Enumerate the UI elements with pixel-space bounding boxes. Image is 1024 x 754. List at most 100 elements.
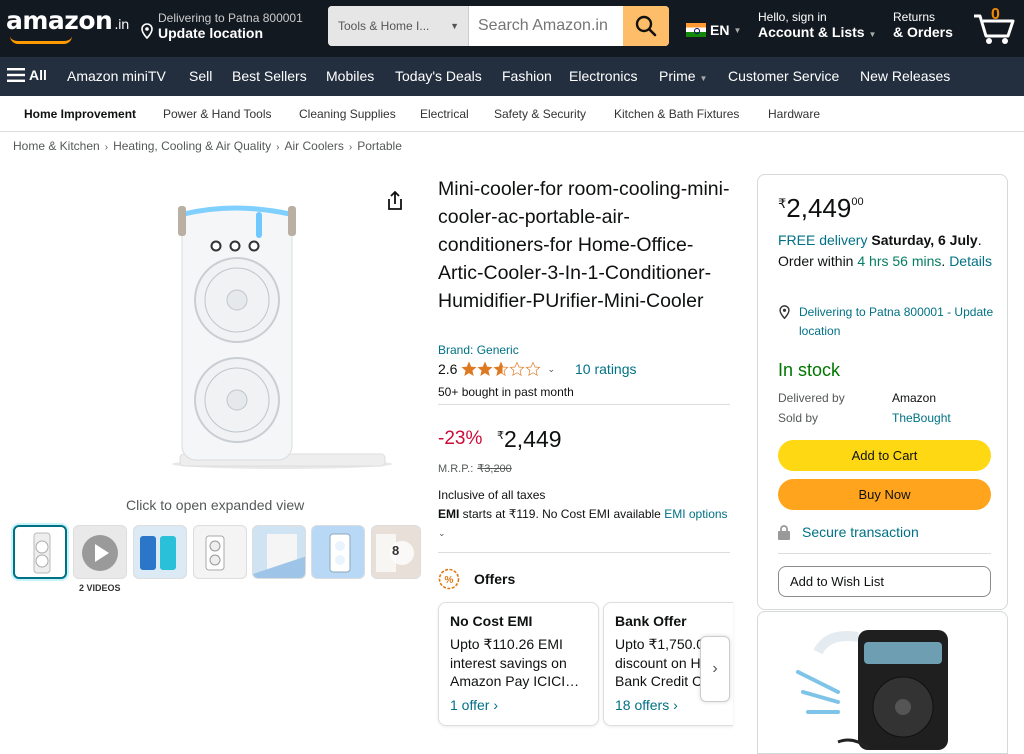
- secure-transaction[interactable]: Secure transaction: [778, 524, 919, 540]
- thumbnail-4[interactable]: [193, 525, 247, 579]
- emi-info: EMI starts at ₹119. No Cost EMI availabl…: [438, 507, 728, 538]
- star-full-icon: [477, 361, 493, 377]
- svg-text:%: %: [445, 575, 454, 586]
- search-bar: Tools & Home I... ▼: [328, 6, 669, 46]
- offers-heading: % Offers: [438, 568, 515, 590]
- chevron-right-icon: ›: [712, 660, 718, 677]
- subnav-home-improvement[interactable]: Home Improvement: [24, 107, 136, 121]
- language-selector[interactable]: EN ▼: [686, 22, 741, 38]
- caret-down-icon: ▼: [868, 30, 877, 39]
- thumbnail-more[interactable]: 8: [371, 525, 421, 579]
- caret-down-icon: ▼: [699, 74, 708, 83]
- rating-value: 2.6: [438, 361, 458, 377]
- add-to-cart-button[interactable]: Add to Cart: [778, 440, 991, 471]
- discount-percent: -23%: [438, 428, 483, 449]
- mrp: M.R.P.: ₹3,200: [438, 463, 512, 475]
- star-full-icon: [461, 361, 477, 377]
- star-empty-icon: [509, 361, 525, 377]
- product-main-image[interactable]: [170, 196, 395, 476]
- thumbnail-6[interactable]: [311, 525, 365, 579]
- video-thumbnail[interactable]: [73, 525, 127, 579]
- search-category-select[interactable]: Tools & Home I... ▼: [328, 6, 469, 46]
- search-input[interactable]: [470, 6, 624, 46]
- nav-all-menu[interactable]: All: [7, 67, 47, 83]
- subnav-cleaning[interactable]: Cleaning Supplies: [299, 107, 396, 121]
- breadcrumb-item[interactable]: Air Coolers: [285, 139, 344, 153]
- account-lists[interactable]: Hello, sign in Account & Lists ▼: [758, 10, 876, 40]
- rating-row: 2.6 ⌄ 10 ratings: [438, 361, 637, 377]
- price: ₹2,449: [497, 426, 562, 452]
- top-header: amazon .in Delivering to Patna 800001 Upd…: [0, 0, 1024, 57]
- delivery-location-link[interactable]: Delivering to Patna 800001 - Update loca…: [778, 303, 998, 341]
- nav-item-new-releases[interactable]: New Releases: [860, 68, 950, 84]
- location-pin-icon: [141, 23, 153, 40]
- breadcrumb: Home & Kitchen › Heating, Cooling & Air Qu…: [13, 139, 402, 153]
- divider: [438, 552, 730, 553]
- logo-smile: [10, 36, 72, 44]
- search-icon: [635, 15, 657, 37]
- chevron-down-icon[interactable]: ⌄: [547, 364, 555, 375]
- more-images-count: 8: [392, 543, 400, 558]
- star-empty-icon: [525, 361, 541, 377]
- offer-badge-icon: %: [438, 568, 460, 590]
- add-to-wishlist-button[interactable]: Add to Wish List: [778, 566, 991, 597]
- share-icon: [388, 190, 402, 210]
- buybox-price: ₹2,44900: [778, 193, 864, 223]
- cart-button[interactable]: 0: [972, 6, 1018, 46]
- offer-link[interactable]: 1 offer ›: [450, 697, 587, 713]
- buy-box: ₹2,44900 FREE delivery Saturday, 6 July.…: [757, 174, 1008, 610]
- category-subnav: Home Improvement Power & Hand Tools Clea…: [0, 96, 1024, 132]
- search-button[interactable]: [623, 6, 669, 46]
- breadcrumb-item[interactable]: Portable: [357, 139, 402, 153]
- delivered-by-value: Amazon: [892, 391, 937, 405]
- tax-note: Inclusive of all taxes: [438, 488, 546, 502]
- breadcrumb-item[interactable]: Heating, Cooling & Air Quality: [113, 139, 271, 153]
- nav-item-todays-deals[interactable]: Today's Deals: [395, 68, 482, 84]
- stock-status: In stock: [778, 360, 841, 380]
- details-link[interactable]: Details: [949, 253, 992, 269]
- seller-link[interactable]: TheBought: [892, 411, 951, 425]
- main-nav: All Amazon miniTV Sell Best Sellers Mobi…: [0, 57, 1024, 96]
- subnav-hardware[interactable]: Hardware: [768, 107, 820, 121]
- product-title: Mini-cooler-for room-cooling-mini-cooler…: [438, 178, 730, 312]
- divider: [438, 404, 730, 405]
- offers-next-button[interactable]: ›: [700, 636, 730, 702]
- breadcrumb-item[interactable]: Home & Kitchen: [13, 139, 100, 153]
- thumbnail-5[interactable]: [252, 525, 306, 579]
- sponsored-product-image[interactable]: [757, 611, 1008, 754]
- buy-now-button[interactable]: Buy Now: [778, 479, 991, 510]
- sold-by-label: Sold by: [778, 411, 819, 425]
- nav-item-customer-service[interactable]: Customer Service: [728, 68, 839, 84]
- nav-item-best-sellers[interactable]: Best Sellers: [232, 68, 307, 84]
- offer-card-no-cost-emi[interactable]: No Cost EMI Upto ₹110.26 EMI interest sa…: [438, 602, 599, 726]
- bought-count: 50+ bought in past month: [438, 385, 574, 399]
- subnav-power-tools[interactable]: Power & Hand Tools: [163, 107, 272, 121]
- nav-item-fashion[interactable]: Fashion: [502, 68, 552, 84]
- india-flag-icon: [686, 23, 706, 37]
- subnav-kitchen-bath[interactable]: Kitchen & Bath Fixtures: [614, 107, 739, 121]
- location-pin-icon: [779, 305, 790, 320]
- star-half-icon: [493, 361, 509, 377]
- delivered-by-label: Delivered by: [778, 391, 845, 405]
- nav-item-mobiles[interactable]: Mobiles: [326, 68, 374, 84]
- ratings-count-link[interactable]: 10 ratings: [575, 361, 636, 377]
- returns-orders[interactable]: Returns & Orders: [893, 10, 953, 40]
- thumbnail-3[interactable]: [133, 525, 187, 579]
- share-button[interactable]: [385, 190, 405, 217]
- brand-link[interactable]: Brand: Generic: [438, 343, 519, 357]
- divider: [778, 553, 991, 554]
- hamburger-icon: [7, 68, 25, 82]
- star-rating[interactable]: [461, 361, 541, 377]
- nav-item-sell[interactable]: Sell: [189, 68, 212, 84]
- amazon-logo[interactable]: amazon .in: [6, 6, 129, 35]
- subnav-electrical[interactable]: Electrical: [420, 107, 469, 121]
- countdown: 4 hrs 56 mins: [857, 252, 942, 269]
- nav-item-prime[interactable]: Prime ▼: [659, 68, 707, 84]
- nav-item-minitv[interactable]: Amazon miniTV: [67, 68, 166, 84]
- subnav-safety[interactable]: Safety & Security: [494, 107, 586, 121]
- videos-label: 2 VIDEOS: [79, 583, 121, 593]
- thumbnail-1[interactable]: [13, 525, 67, 579]
- update-location: Update location: [158, 25, 264, 41]
- play-icon: [82, 535, 118, 571]
- nav-item-electronics[interactable]: Electronics: [569, 68, 637, 84]
